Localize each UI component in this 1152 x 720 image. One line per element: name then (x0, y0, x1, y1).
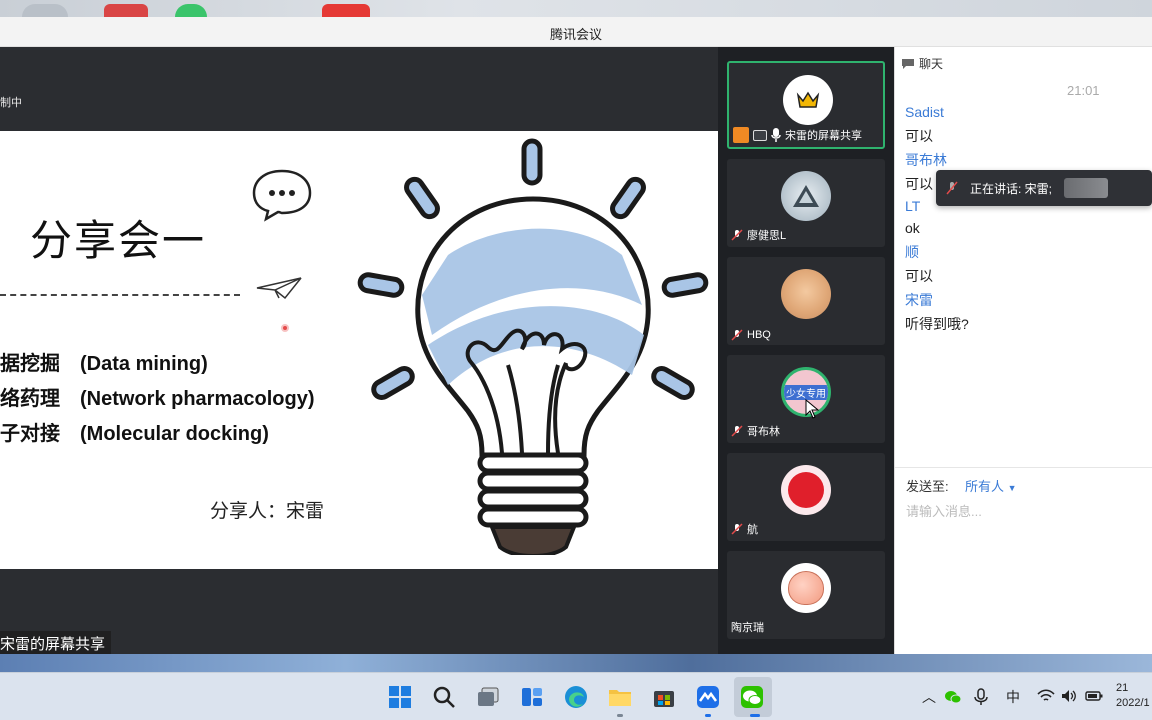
edge-browser-icon[interactable] (564, 685, 588, 709)
presentation-slide: 分享会一 据挖掘 (Data mining) 络药理 (Network phar… (0, 131, 718, 569)
desktop-icon[interactable] (22, 4, 68, 17)
participant-tile[interactable]: 宋雷的屏幕共享 (727, 61, 885, 149)
mic-icon (771, 128, 781, 142)
mic-muted-icon (731, 425, 743, 437)
chat-panel: 聊天 21:01 Sadist 可以 哥布林 可以 LT ok 顺 可以 宋雷 … (894, 47, 1152, 654)
chat-icon (902, 58, 914, 69)
mouse-cursor-icon (805, 399, 819, 419)
running-indicator (705, 714, 711, 717)
chat-input[interactable]: 请输入消息... (906, 501, 982, 520)
widgets-icon[interactable] (520, 685, 544, 709)
wechat-tray-icon[interactable] (944, 689, 962, 705)
wechat-icon[interactable] (740, 685, 764, 709)
topic-network-pharmacology: 络药理 (Network pharmacology) (0, 388, 315, 410)
peach-icon (781, 563, 831, 613)
chat-message: 听得到哦? (905, 316, 969, 332)
chat-timestamp: 21:01 (1067, 83, 1100, 98)
baby-photo (781, 269, 831, 319)
chat-sender[interactable]: 顺 (905, 242, 919, 262)
topic-molecular-docking: 子对接 (Molecular docking) (0, 423, 269, 445)
desktop-icon[interactable] (104, 4, 148, 17)
mic-muted-icon (946, 181, 958, 195)
speech-bubble-icon (252, 169, 312, 222)
paper-plane-icon (256, 277, 302, 300)
chat-message: 可以 (905, 128, 933, 144)
battery-icon[interactable] (1085, 689, 1103, 703)
participant-name: 廖健思L (747, 230, 787, 242)
clock-date: 2022/1 (1116, 697, 1150, 709)
participant-name: 航 (747, 524, 758, 536)
participant-tile[interactable]: 廖健思L (727, 159, 885, 247)
participant-name: 陶京瑞 (731, 622, 764, 634)
mountain-icon (781, 171, 831, 221)
mic-muted-icon (731, 329, 743, 341)
running-indicator (617, 714, 623, 717)
participant-name: 宋雷的屏幕共享 (785, 130, 862, 142)
volume-icon[interactable] (1061, 689, 1077, 703)
chat-divider (895, 467, 1152, 468)
title-bar: 腾讯会议 (0, 17, 1152, 47)
avatar-overlay-text: 少女专用 (784, 384, 828, 400)
microphone-icon[interactable] (974, 688, 988, 706)
desktop-wallpaper-bottom (0, 654, 1152, 672)
chat-message: 可以 (905, 176, 933, 192)
windows-start-icon[interactable] (388, 685, 412, 709)
screen-share-label: 宋雷的屏幕共享 (0, 631, 112, 656)
ime-indicator[interactable]: 中 (1006, 687, 1020, 707)
chat-sender[interactable]: 哥布林 (905, 150, 947, 170)
desktop-icon[interactable] (322, 4, 370, 17)
speaker-avatars (1064, 178, 1109, 198)
running-indicator (750, 714, 760, 717)
desktop-wallpaper-top (0, 0, 1152, 17)
red-monster (781, 465, 831, 515)
screen-share-icon (753, 129, 767, 141)
recording-status: 制中 (0, 97, 22, 109)
lightbulb-icon (357, 138, 709, 555)
slide-title: 分享会一 (30, 216, 207, 265)
mic-muted-icon (731, 523, 743, 535)
participant-panel: 宋雷的屏幕共享 廖健思L HBQ 少女专用 哥布林 航 陶京瑞 (718, 47, 894, 654)
chat-sender[interactable]: 宋雷 (905, 290, 933, 310)
file-explorer-icon[interactable] (608, 685, 632, 709)
chat-message: 可以 (905, 268, 933, 284)
chevron-up-icon[interactable]: ︿ (922, 687, 936, 707)
taskbar: ︿ 中 21 2022/1 (0, 672, 1152, 720)
screen-share-area[interactable]: 制中 分享会一 据挖掘 (Data mining) 络药理 (Network p… (0, 47, 718, 656)
chat-sender[interactable]: Sadist (905, 104, 944, 120)
participant-tile[interactable]: 陶京瑞 (727, 551, 885, 639)
chat-header: 聊天 (919, 57, 944, 71)
send-to-label: 发送至: (906, 479, 949, 494)
participant-name: 哥布林 (747, 426, 780, 438)
dashed-divider (0, 294, 240, 296)
recipient-select[interactable]: 所有人 ▼ (965, 476, 1017, 495)
chevron-down-icon: ▼ (1007, 483, 1017, 493)
participant-tile[interactable]: HBQ (727, 257, 885, 345)
participant-tile[interactable]: 航 (727, 453, 885, 541)
share-user-icon (733, 127, 749, 143)
meeting-window: 腾讯会议 制中 分享会一 据挖掘 (Data mining) 络药理 (Netw… (0, 17, 1152, 656)
system-clock[interactable]: 21 2022/1 (1116, 681, 1150, 711)
desktop-icon[interactable] (175, 4, 207, 17)
crown-icon (783, 75, 833, 125)
task-view-icon[interactable] (476, 685, 500, 709)
mic-muted-icon (731, 229, 743, 241)
topic-data-mining: 据挖掘 (Data mining) (0, 353, 208, 375)
speaking-indicator: 正在讲话: 宋雷; (936, 170, 1152, 206)
clock-time: 21 (1116, 682, 1129, 694)
chat-message: ok (905, 220, 920, 236)
tencent-meeting-icon[interactable] (696, 685, 720, 709)
search-icon[interactable] (432, 685, 456, 709)
participant-name: HBQ (747, 329, 771, 341)
window-title: 腾讯会议 (549, 27, 602, 42)
speaking-text: 正在讲话: 宋雷; (970, 181, 1053, 196)
laser-pointer (281, 324, 289, 332)
participant-tile[interactable]: 少女专用 哥布林 (727, 355, 885, 443)
recipient-value: 所有人 (965, 479, 1005, 494)
chat-sender[interactable]: LT (905, 198, 920, 214)
wifi-icon[interactable] (1037, 689, 1055, 703)
store-icon[interactable] (652, 685, 676, 709)
presenter-name: 分享人：宋雷 (210, 501, 325, 522)
